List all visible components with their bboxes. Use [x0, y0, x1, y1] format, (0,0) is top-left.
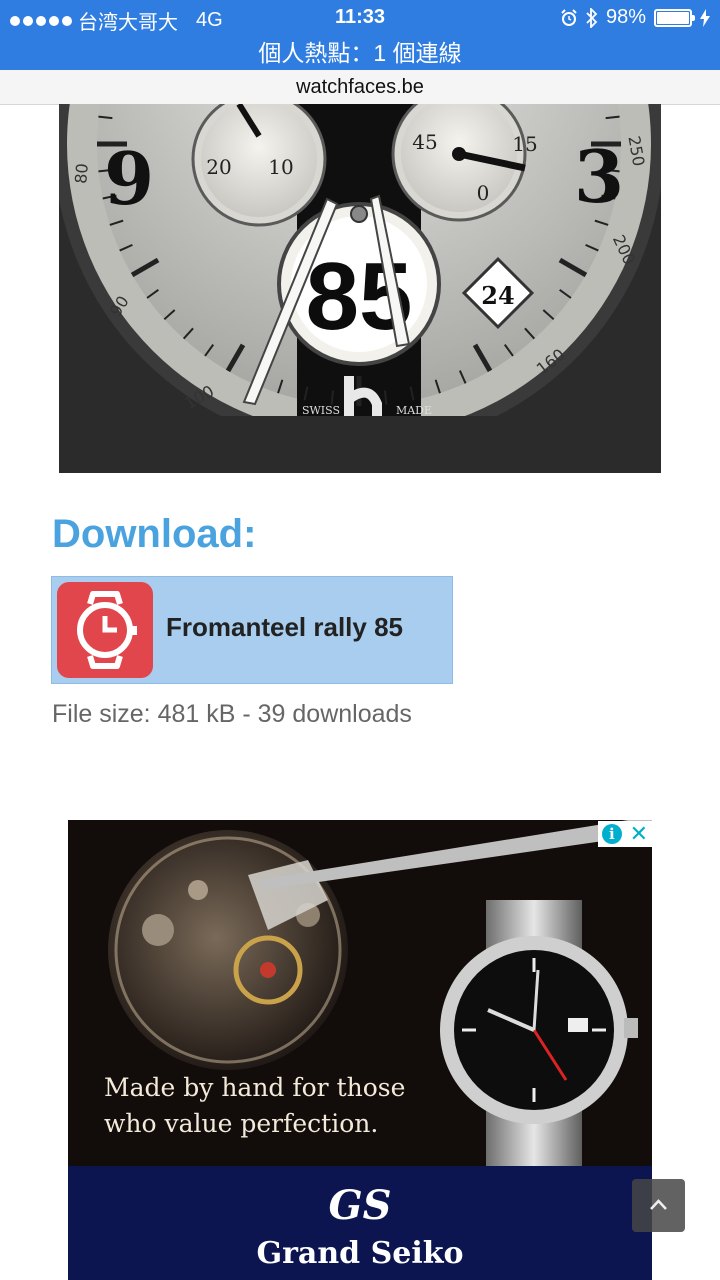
info-icon[interactable]: i [601, 824, 622, 844]
subdial-label-15: 15 [512, 132, 537, 156]
charging-icon [700, 8, 710, 27]
battery-percent: 98% [605, 6, 646, 28]
watch-face-preview: 9 3 20 10 45 15 0 85 24 80 90 100 250 20… [59, 104, 661, 473]
download-heading: Download: [52, 512, 257, 556]
status-bar: 台湾大哥大 4G 11:33 98% 個人熱點：1 個連線 [0, 0, 720, 70]
file-info: File size: 481 kB - 39 downloads [52, 700, 412, 728]
tachymeter-80: 80 [71, 163, 92, 185]
ad-controls: i ✕ [598, 821, 652, 847]
brand-logo: GS [328, 1182, 392, 1229]
advertisement[interactable]: Made by hand for those who value perfect… [68, 820, 652, 1280]
battery-icon [654, 8, 695, 27]
bluetooth-icon [586, 7, 598, 28]
scroll-to-top-button[interactable] [632, 1179, 685, 1232]
subdial-label-45: 45 [412, 130, 437, 154]
subdial-label-0: 0 [477, 181, 490, 205]
download-button[interactable]: Fromanteel rally 85 [51, 576, 453, 684]
dial-text-made: MADE [396, 404, 432, 417]
app-icon [57, 582, 153, 678]
dial-number-3: 3 [574, 134, 624, 219]
alarm-icon [561, 8, 577, 26]
dial-number-9: 9 [104, 136, 154, 221]
ad-tagline-line2: who value perfection. [104, 1109, 379, 1138]
close-icon[interactable]: ✕ [630, 823, 648, 845]
brand-name: Grand Seiko [256, 1236, 464, 1271]
watch-icon [77, 591, 137, 669]
date-window: 24 [481, 281, 514, 310]
watch-face-graphic: 9 3 20 10 45 15 0 85 24 80 90 100 250 20… [59, 104, 661, 473]
ad-tagline: Made by hand for those who value perfect… [104, 1070, 424, 1142]
address-bar[interactable]: watchfaces.be [0, 70, 720, 105]
subdial-label-10: 10 [268, 155, 293, 179]
chevron-up-icon [650, 1199, 667, 1210]
subdial-label-20: 20 [206, 155, 231, 179]
hotspot-banner[interactable]: 個人熱點：1 個連線 [0, 34, 720, 68]
app-name: Fromanteel rally 85 [166, 612, 403, 642]
ad-tagline-line1: Made by hand for those [104, 1073, 406, 1102]
dial-text-swiss: SWISS [302, 404, 340, 417]
